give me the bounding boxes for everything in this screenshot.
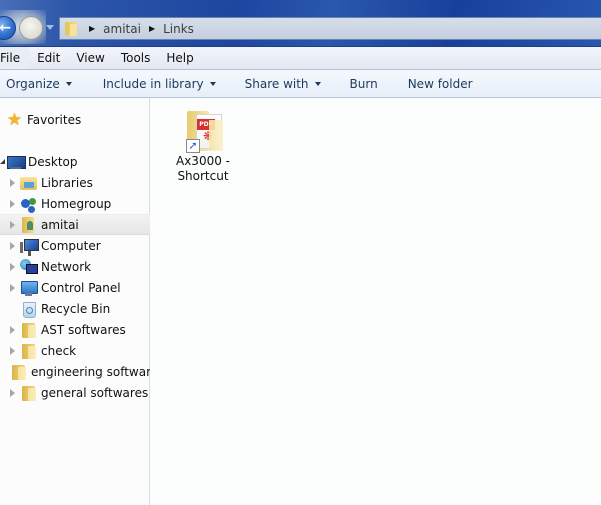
burn-label: Burn <box>349 76 378 91</box>
nav-item-control-panel[interactable]: Control Panel <box>0 277 150 298</box>
nav-item-label: Control Panel <box>41 280 121 295</box>
nav-item-label: Homegroup <box>41 196 112 211</box>
expander-open-icon[interactable] <box>0 157 7 167</box>
expander-closed-icon[interactable] <box>7 178 17 188</box>
computer-icon <box>20 238 39 254</box>
nav-item-favorites[interactable]: ★ Favorites <box>0 109 150 130</box>
menu-help[interactable]: Help <box>158 51 201 65</box>
nav-item-label: check <box>41 343 77 358</box>
nav-item-ast-softwares[interactable]: AST softwares <box>0 319 150 340</box>
nav-item-label: Network <box>41 259 92 274</box>
user-folder-icon <box>20 216 37 233</box>
nav-item-label: Computer <box>41 238 101 253</box>
window-titlebar: ← ▶ amitai ▶ Links <box>0 0 601 46</box>
file-item-ax3000-shortcut[interactable]: PDF ❋ ➚ Ax3000 - Shortcut <box>172 104 234 184</box>
organize-button[interactable]: Organize <box>6 77 72 91</box>
nav-item-label: AST softwares <box>41 322 126 337</box>
new-folder-label: New folder <box>407 76 473 91</box>
nav-item-engineering-software[interactable]: engineering software <box>0 361 150 382</box>
expander-closed-icon[interactable] <box>7 346 17 356</box>
navigation-pane[interactable]: ★ Favorites Desktop Libraries Homegroup … <box>0 98 150 505</box>
file-name-line1: Ax3000 - <box>176 154 230 168</box>
share-with-button[interactable]: Share with <box>245 77 321 91</box>
nav-item-recycle-bin[interactable]: Recycle Bin <box>0 298 150 319</box>
burn-button[interactable]: Burn <box>350 77 378 91</box>
homegroup-icon <box>20 196 37 212</box>
chevron-down-icon <box>209 81 216 86</box>
expander-closed-icon[interactable] <box>7 220 17 230</box>
chevron-down-icon <box>314 81 321 86</box>
nav-item-homegroup[interactable]: Homegroup <box>0 193 150 214</box>
command-toolbar: Organize Include in library Share with B… <box>0 69 601 98</box>
chevron-right-icon[interactable]: ▶ <box>149 24 155 33</box>
expander-closed-icon[interactable] <box>7 388 17 398</box>
pdf-shortcut-icon: PDF ❋ ➚ <box>179 104 227 153</box>
chevron-down-icon <box>65 81 72 86</box>
breadcrumb-amitai[interactable]: amitai <box>103 22 141 36</box>
menu-view[interactable]: View <box>68 51 112 65</box>
include-in-library-button[interactable]: Include in library <box>103 77 216 91</box>
expander-closed-icon[interactable] <box>7 262 17 272</box>
folder-icon <box>20 343 37 359</box>
share-with-label: Share with <box>244 76 309 91</box>
folder-icon <box>20 322 37 338</box>
nav-item-label: general softwares <box>41 385 149 400</box>
menu-file[interactable]: File <box>0 47 30 69</box>
nav-item-general-softwares[interactable]: general softwares <box>0 382 150 403</box>
nav-item-amitai[interactable]: amitai <box>0 214 150 235</box>
nav-item-label: Desktop <box>28 154 78 169</box>
nav-item-label: amitai <box>41 217 79 232</box>
desktop-icon <box>7 154 26 170</box>
nav-item-label: Favorites <box>27 112 82 127</box>
libraries-icon <box>20 175 37 191</box>
organize-label: Organize <box>6 76 60 91</box>
expander-closed-icon[interactable] <box>7 241 17 251</box>
back-arrow-icon: ← <box>0 20 11 36</box>
expander-closed-icon[interactable] <box>7 199 17 209</box>
nav-item-label: Libraries <box>41 175 93 190</box>
breadcrumb-links[interactable]: Links <box>163 22 194 36</box>
nav-item-computer[interactable]: Computer <box>0 235 150 256</box>
nav-item-desktop[interactable]: Desktop <box>0 151 150 172</box>
control-panel-icon <box>20 280 38 296</box>
network-icon <box>20 258 38 275</box>
nav-item-libraries[interactable]: Libraries <box>0 172 150 193</box>
nav-item-check[interactable]: check <box>0 340 150 361</box>
shortcut-arrow-icon: ➚ <box>186 139 200 153</box>
menu-tools[interactable]: Tools <box>113 51 159 65</box>
file-list-pane[interactable]: PDF ❋ ➚ Ax3000 - Shortcut <box>151 98 601 505</box>
nav-item-network[interactable]: Network <box>0 256 150 277</box>
star-icon: ★ <box>6 109 23 130</box>
menu-bar: File Edit View Tools Help <box>0 46 601 69</box>
folder-icon <box>20 385 37 401</box>
forward-button[interactable] <box>19 16 43 40</box>
expander-closed-icon[interactable] <box>7 283 17 293</box>
nav-item-label: engineering software <box>31 364 150 379</box>
folder-icon <box>10 364 27 380</box>
recent-pages-dropdown[interactable] <box>46 25 54 30</box>
folder-icon <box>64 21 79 36</box>
nav-item-label: Recycle Bin <box>41 301 111 316</box>
address-bar[interactable]: ▶ amitai ▶ Links <box>59 17 601 40</box>
recycle-bin-icon <box>20 301 37 318</box>
expander-closed-icon[interactable] <box>7 325 17 335</box>
file-name-line2: Shortcut <box>177 169 229 183</box>
file-name: Ax3000 - Shortcut <box>176 154 230 184</box>
chevron-right-icon[interactable]: ▶ <box>89 24 95 33</box>
include-in-library-label: Include in library <box>102 76 204 91</box>
new-folder-button[interactable]: New folder <box>408 77 473 91</box>
folder-front-shape <box>209 120 223 151</box>
menu-edit[interactable]: Edit <box>29 51 68 65</box>
